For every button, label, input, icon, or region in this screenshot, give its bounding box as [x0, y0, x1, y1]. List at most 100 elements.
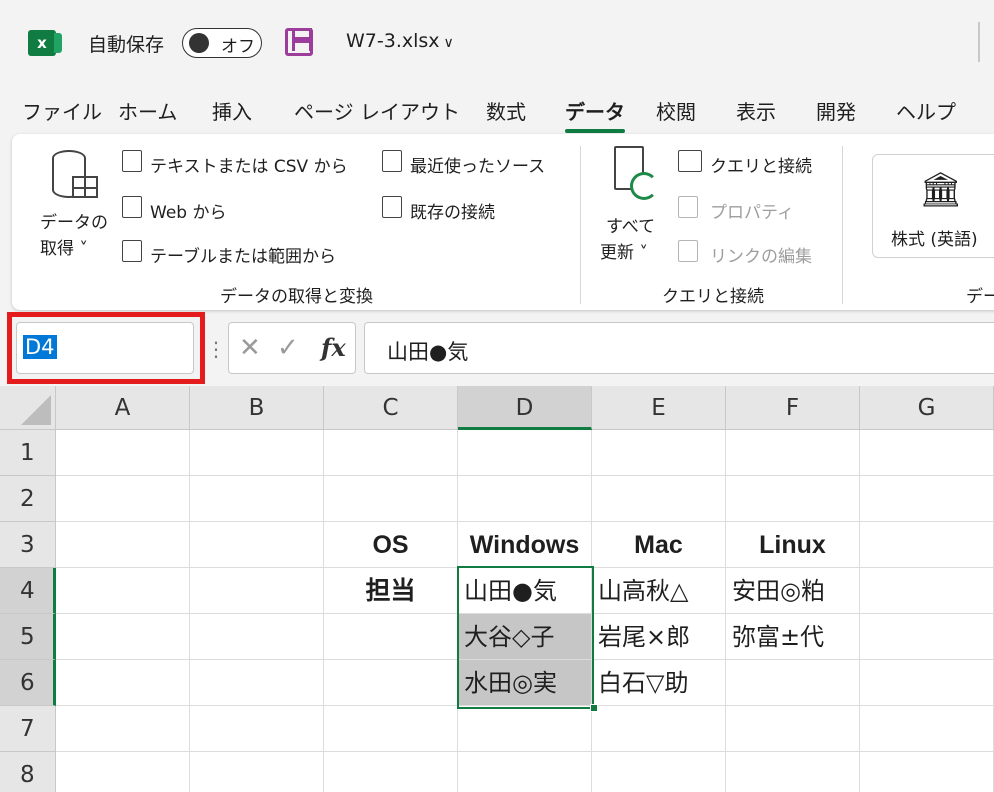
- cell-c1[interactable]: [324, 430, 458, 476]
- cell-g3[interactable]: [860, 522, 994, 568]
- cell-f5[interactable]: 弥富±代: [726, 614, 860, 660]
- formula-bar-grip[interactable]: ⋮: [206, 337, 226, 361]
- cell-b4[interactable]: [190, 568, 324, 614]
- row-header-8[interactable]: 8: [0, 752, 56, 792]
- cell-g4[interactable]: [860, 568, 994, 614]
- cell-e1[interactable]: [592, 430, 726, 476]
- formula-input[interactable]: 山田●気: [364, 322, 994, 374]
- row-header-6[interactable]: 6: [0, 660, 56, 706]
- cell-e2[interactable]: [592, 476, 726, 522]
- cell-g6[interactable]: [860, 660, 994, 706]
- cell-f2[interactable]: [726, 476, 860, 522]
- cell-d2[interactable]: [458, 476, 592, 522]
- table-range-label: テーブルまたは範囲から: [150, 247, 336, 267]
- tab-help[interactable]: ヘルプ: [896, 96, 956, 125]
- cell-d4[interactable]: 山田●気: [458, 568, 592, 614]
- cell-a7[interactable]: [56, 706, 190, 752]
- cell-g2[interactable]: [860, 476, 994, 522]
- column-header-g[interactable]: G: [860, 386, 994, 430]
- tab-developer[interactable]: 開発: [816, 96, 856, 125]
- cell-b6[interactable]: [190, 660, 324, 706]
- select-all-button[interactable]: [0, 386, 56, 430]
- cell-f6[interactable]: [726, 660, 860, 706]
- cell-d6[interactable]: 水田◎実: [458, 660, 592, 706]
- cell-f8[interactable]: [726, 752, 860, 792]
- cell-d7[interactable]: [458, 706, 592, 752]
- row-header-1[interactable]: 1: [0, 430, 56, 476]
- row-header-3[interactable]: 3: [0, 522, 56, 568]
- cell-a4[interactable]: [56, 568, 190, 614]
- column-header-d[interactable]: D: [458, 386, 592, 430]
- cell-g5[interactable]: [860, 614, 994, 660]
- cell-a3[interactable]: [56, 522, 190, 568]
- cell-b7[interactable]: [190, 706, 324, 752]
- cell-b3[interactable]: [190, 522, 324, 568]
- cell-a6[interactable]: [56, 660, 190, 706]
- existing-connections-icon: [382, 196, 402, 218]
- cell-b2[interactable]: [190, 476, 324, 522]
- cell-c2[interactable]: [324, 476, 458, 522]
- cell-c7[interactable]: [324, 706, 458, 752]
- cell-c6[interactable]: [324, 660, 458, 706]
- tab-page-layout[interactable]: ページ レイアウト: [294, 96, 460, 125]
- cell-f7[interactable]: [726, 706, 860, 752]
- cell-e6-text: 白石▽助: [598, 669, 689, 697]
- cell-f3[interactable]: Linux: [726, 522, 860, 568]
- cancel-icon[interactable]: ✕: [239, 333, 261, 363]
- text-csv-label: テキストまたは CSV から: [150, 157, 348, 177]
- cell-e4[interactable]: 山高秋△: [592, 568, 726, 614]
- tab-review[interactable]: 校閲: [656, 96, 696, 125]
- stocks-button[interactable]: 🏛 株式 (英語): [872, 154, 994, 258]
- cell-b5[interactable]: [190, 614, 324, 660]
- cell-b8[interactable]: [190, 752, 324, 792]
- column-header-c[interactable]: C: [324, 386, 458, 430]
- tab-insert[interactable]: 挿入: [212, 96, 252, 125]
- cell-d5[interactable]: 大谷◇子: [458, 614, 592, 660]
- cell-a5[interactable]: [56, 614, 190, 660]
- filename-dropdown[interactable]: W7-3.xlsx ∨: [346, 30, 454, 52]
- queries-connections-label: クエリと接続: [710, 157, 812, 177]
- column-header-e[interactable]: E: [592, 386, 726, 430]
- cell-d6-text: 水田◎実: [464, 669, 557, 697]
- cell-e3[interactable]: Mac: [592, 522, 726, 568]
- cell-d1[interactable]: [458, 430, 592, 476]
- cell-e6[interactable]: 白石▽助: [592, 660, 726, 706]
- autosave-toggle[interactable]: オフ: [182, 28, 262, 58]
- cell-c8[interactable]: [324, 752, 458, 792]
- cell-e7[interactable]: [592, 706, 726, 752]
- row-header-2[interactable]: 2: [0, 476, 56, 522]
- fill-handle[interactable]: [590, 704, 598, 712]
- cell-g8[interactable]: [860, 752, 994, 792]
- insert-function-icon[interactable]: fx: [321, 333, 346, 362]
- cell-d3[interactable]: Windows: [458, 522, 592, 568]
- row-header-5[interactable]: 5: [0, 614, 56, 660]
- cell-f4[interactable]: 安田◎粕: [726, 568, 860, 614]
- cell-a2[interactable]: [56, 476, 190, 522]
- cell-b1[interactable]: [190, 430, 324, 476]
- cell-g7[interactable]: [860, 706, 994, 752]
- save-icon[interactable]: [285, 28, 313, 56]
- cell-c3[interactable]: OS: [324, 522, 458, 568]
- enter-icon[interactable]: ✓: [277, 333, 299, 363]
- cell-c4[interactable]: 担当: [324, 568, 458, 614]
- cell-e5[interactable]: 岩尾×郎: [592, 614, 726, 660]
- tab-data[interactable]: データ: [565, 96, 625, 133]
- cell-e8[interactable]: [592, 752, 726, 792]
- cell-d8[interactable]: [458, 752, 592, 792]
- cell-f1[interactable]: [726, 430, 860, 476]
- column-header-a[interactable]: A: [56, 386, 190, 430]
- tab-view[interactable]: 表示: [736, 96, 776, 125]
- web-icon: [122, 196, 142, 218]
- cell-c5[interactable]: [324, 614, 458, 660]
- tab-home[interactable]: ホーム: [118, 96, 177, 125]
- row-header-7[interactable]: 7: [0, 706, 56, 752]
- tab-file[interactable]: ファイル: [22, 96, 102, 125]
- column-header-b[interactable]: B: [190, 386, 324, 430]
- cell-a1[interactable]: [56, 430, 190, 476]
- cell-a8[interactable]: [56, 752, 190, 792]
- cell-g1[interactable]: [860, 430, 994, 476]
- column-header-f[interactable]: F: [726, 386, 860, 430]
- tab-formulas[interactable]: 数式: [486, 96, 526, 125]
- excel-icon[interactable]: x: [28, 30, 62, 56]
- row-header-4[interactable]: 4: [0, 568, 56, 614]
